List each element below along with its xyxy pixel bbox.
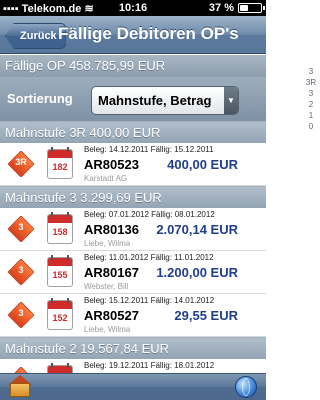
calendar-rings [51, 255, 69, 260]
calendar-rings [51, 363, 69, 368]
globe-icon[interactable] [235, 376, 257, 398]
dunning-level-badge: 3 [7, 258, 35, 286]
battery-fill [240, 5, 249, 11]
status-bar: ▪▪▪▪ Telekom.de ≋ 10:16 37 % [0, 0, 266, 16]
invoice-dates: Beleg: 11.01.2012 Fällig: 11.01.2012 [84, 253, 214, 262]
page-title: Fällige Debitoren OP's [58, 24, 239, 43]
calendar-rings [51, 147, 69, 152]
battery-percent: 37 % [208, 2, 234, 14]
invoice-dates: Beleg: 19.12.2011 Fällig: 18.01.2012 [84, 361, 215, 370]
sort-selected-value: Mahnstufe, Betrag [98, 93, 212, 108]
calendar-rings [51, 212, 69, 217]
overdue-days: 155 [52, 270, 68, 280]
invoice-row[interactable]: 3 155 Beleg: 11.01.2012 Fällig: 11.01.2012… [0, 251, 266, 294]
battery-icon [238, 3, 265, 13]
index-entry[interactable]: 0 [305, 121, 317, 132]
invoice-number: AR80167 [84, 265, 139, 280]
dunning-level: 3 [18, 222, 24, 232]
calendar-icon [47, 363, 73, 373]
invoice-amount: 29,55 EUR [174, 308, 238, 323]
triangle-down-icon[interactable]: ▼ [224, 87, 238, 114]
dunning-level-badge: 3 [7, 215, 35, 243]
calendar-icon: 182 [47, 147, 73, 179]
customer-name: Liebe, Wilma [84, 239, 131, 248]
invoice-row[interactable]: 3 152 Beleg: 15.12.2011 Fällig: 14.01.2012… [0, 294, 266, 337]
calendar-icon: 158 [47, 212, 73, 244]
bottom-toolbar [0, 373, 266, 400]
index-entry[interactable]: 2 [305, 99, 317, 110]
section-header: Mahnstufe 3 3.299,69 EUR [0, 186, 266, 208]
section-header: Mahnstufe 2 19.567,84 EUR [0, 337, 266, 359]
invoice-dates: Beleg: 15.12.2011 Fällig: 14.01.2012 [84, 296, 215, 305]
debtor-list[interactable]: Fällige OP 458.785,99 EUR Sortierung Mah… [0, 55, 266, 373]
invoice-row[interactable]: 2Beleg: 19.12.2011 Fällig: 18.01.2012 [0, 359, 266, 373]
diamond-icon [7, 366, 35, 373]
index-entry[interactable]: 1 [305, 110, 317, 121]
section-header: Mahnstufe 3R 400,00 EUR [0, 121, 266, 143]
overdue-days: 182 [52, 162, 68, 172]
total-open-items: Fällige OP 458.785,99 EUR [0, 55, 266, 77]
invoice-number: AR80523 [84, 157, 139, 172]
dunning-level: 3 [18, 308, 24, 318]
back-button[interactable]: Zurück [5, 23, 66, 49]
invoice-dates: Beleg: 14.12.2011 Fällig: 15.12.2011 [84, 145, 214, 154]
index-entry[interactable]: 3 [305, 88, 317, 99]
house-body [10, 383, 30, 397]
sections-container: Mahnstufe 3R 400,00 EUR 3R 182 Beleg: 14.12… [0, 121, 266, 373]
overdue-days: 152 [52, 313, 68, 323]
invoice-dates: Beleg: 07.01.2012 Fällig: 08.01.2012 [84, 210, 215, 219]
invoice-row[interactable]: 3 158 Beleg: 07.01.2012 Fällig: 08.01.2012… [0, 208, 266, 251]
invoice-number: AR80527 [84, 308, 139, 323]
index-entry[interactable]: 3 [305, 66, 317, 77]
section-index-bar[interactable]: 3 3R 3 2 1 0 [305, 66, 317, 132]
customer-name: Karstadt AG [84, 174, 128, 183]
sort-select[interactable]: Mahnstufe, Betrag ▼ [91, 86, 239, 115]
customer-name: Liebe, Wilma [84, 325, 131, 334]
home-icon[interactable] [8, 375, 34, 399]
invoice-amount: 400,00 EUR [167, 157, 238, 172]
dunning-level-badge: 3 [7, 301, 35, 329]
overdue-days: 158 [52, 227, 68, 237]
invoice-row[interactable]: 3R 182 Beleg: 14.12.2011 Fällig: 15.12.201… [0, 143, 266, 186]
calendar-rings [51, 298, 69, 303]
dunning-level: 3 [18, 265, 24, 275]
globe-meridian [242, 378, 250, 396]
sort-row: Sortierung Mahnstufe, Betrag ▼ [0, 77, 266, 121]
navigation-bar: Zurück Fällige Debitoren OP's [0, 16, 266, 54]
index-entry[interactable]: 3R [305, 77, 317, 88]
customer-name: Webster, Bill [84, 282, 129, 291]
dunning-level: 3R [15, 157, 27, 167]
calendar-icon: 152 [47, 298, 73, 330]
calendar-icon: 155 [47, 255, 73, 287]
invoice-number: AR80136 [84, 222, 139, 237]
dunning-level-badge: 3R [7, 150, 35, 178]
invoice-amount: 2.070,14 EUR [156, 222, 238, 237]
sort-label: Sortierung [7, 91, 73, 106]
invoice-amount: 1.200,00 EUR [156, 265, 238, 280]
